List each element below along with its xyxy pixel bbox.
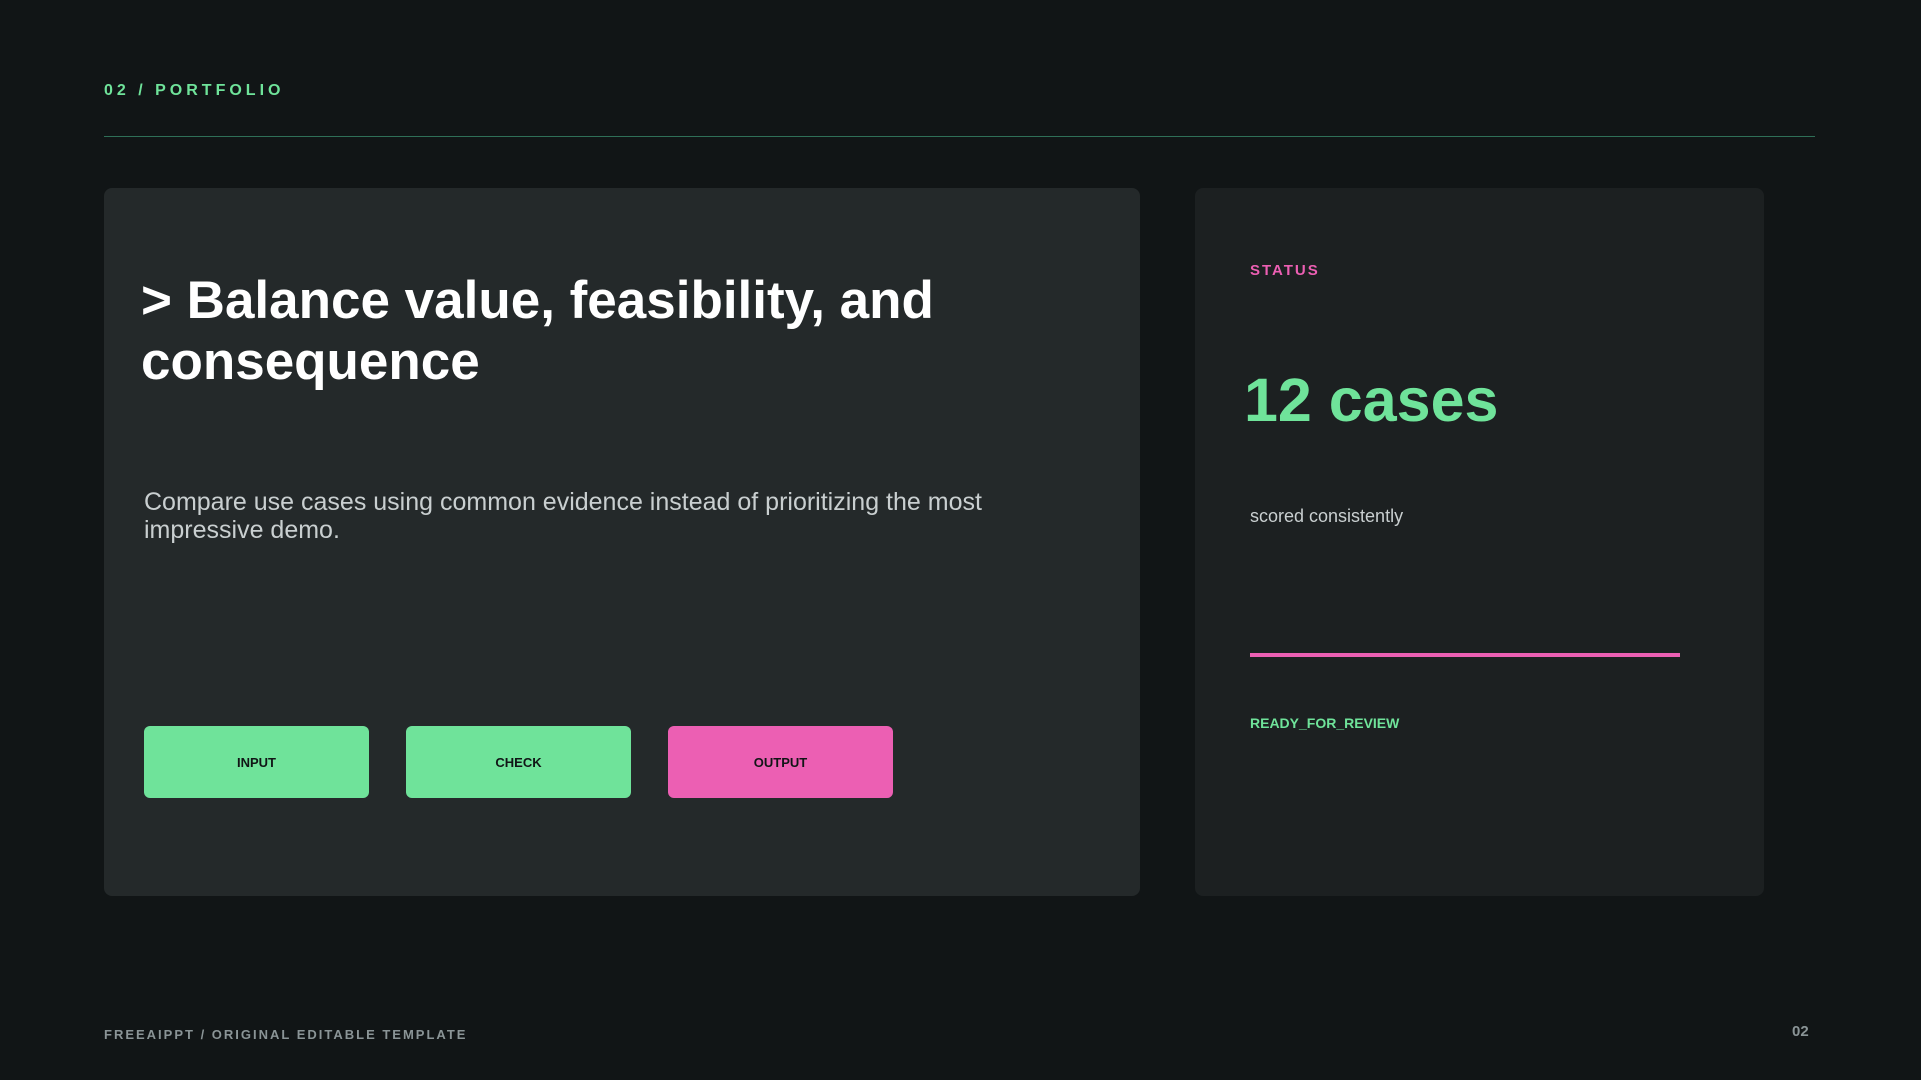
header-divider [104, 136, 1815, 137]
slide: 02 / PORTFOLIO > Balance value, feasibil… [0, 0, 1921, 1080]
main-card: > Balance value, feasibility, and conseq… [104, 188, 1140, 896]
status-label: STATUS [1250, 262, 1320, 279]
case-count-metric: 12 cases [1244, 366, 1499, 434]
review-state: READY_FOR_REVIEW [1250, 715, 1400, 731]
input-button[interactable]: INPUT [144, 726, 369, 798]
output-button[interactable]: OUTPUT [668, 726, 893, 798]
footer-credit: FREEAIPPT / ORIGINAL EDITABLE TEMPLATE [104, 1027, 468, 1042]
check-button[interactable]: CHECK [406, 726, 631, 798]
body-text: Compare use cases using common evidence … [144, 488, 982, 544]
progress-bar [1250, 653, 1680, 657]
headline: > Balance value, feasibility, and conseq… [141, 271, 934, 391]
progress-fill [1250, 653, 1680, 657]
status-card: STATUS 12 cases scored consistently READ… [1195, 188, 1764, 896]
section-label: 02 / PORTFOLIO [104, 82, 285, 99]
metric-caption: scored consistently [1250, 506, 1404, 526]
page-number: 02 [1792, 1023, 1809, 1040]
